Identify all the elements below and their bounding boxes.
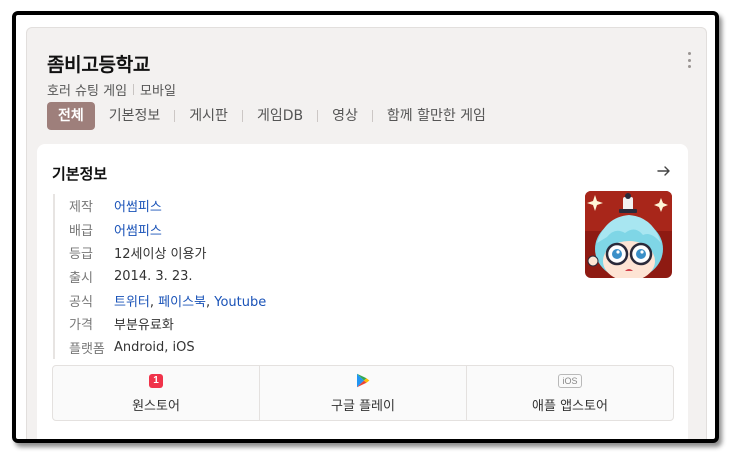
info-list: 제작 어썸피스 배급 어썸피스 등급 12세이상 이용가 출시 2014. 3.… bbox=[53, 194, 266, 360]
rating-value: 12세이상 이용가 bbox=[114, 247, 207, 263]
basic-info-card: 기본정보 제작 어썸피스 배급 어썸피스 등급 12세이상 이용가 출시 201… bbox=[37, 144, 688, 439]
info-row-publisher: 배급 어썸피스 bbox=[69, 218, 266, 242]
publisher-link[interactable]: 어썸피스 bbox=[114, 220, 162, 239]
info-row-platform: 플랫폼 Android, iOS bbox=[69, 336, 266, 360]
window-frame: 좀비고등학교 호러 슈팅 게임 모바일 전체 기본정보 게시판 게임DB 영상 … bbox=[12, 11, 719, 443]
info-row-price: 가격 부분유료화 bbox=[69, 312, 266, 336]
google-play-icon bbox=[357, 373, 370, 388]
game-title: 좀비고등학교 bbox=[47, 54, 151, 76]
tab-basic-info[interactable]: 기본정보 bbox=[109, 102, 161, 130]
app-store-icon: iOS bbox=[558, 373, 582, 388]
twitter-link[interactable]: 트위터 bbox=[114, 295, 150, 310]
subtitle-divider bbox=[133, 84, 135, 95]
store-label: 원스토어 bbox=[132, 398, 180, 414]
tab-divider bbox=[174, 110, 176, 122]
info-key: 등급 bbox=[69, 247, 93, 263]
youtube-link[interactable]: Youtube bbox=[214, 295, 266, 310]
game-info-panel: 좀비고등학교 호러 슈팅 게임 모바일 전체 기본정보 게시판 게임DB 영상 … bbox=[26, 27, 707, 439]
facebook-link[interactable]: 페이스북 bbox=[158, 295, 206, 310]
platform-value: Android, iOS bbox=[114, 339, 195, 355]
tab-divider bbox=[371, 110, 373, 122]
store-links: 1 원스토어 구글 플레이 iOS 애플 앱스토어 bbox=[52, 365, 674, 421]
arrow-right-icon[interactable] bbox=[656, 163, 672, 179]
info-row-developer: 제작 어썸피스 bbox=[69, 194, 266, 218]
game-subtitle: 호러 슈팅 게임 모바일 bbox=[47, 80, 176, 99]
info-key: 배급 bbox=[69, 223, 93, 239]
onestore-icon: 1 bbox=[149, 373, 163, 388]
tab-divider bbox=[317, 110, 319, 122]
google-play-button[interactable]: 구글 플레이 bbox=[259, 366, 466, 420]
store-label: 구글 플레이 bbox=[331, 398, 395, 414]
info-key: 공식 bbox=[69, 294, 93, 310]
release-date: 2014. 3. 23. bbox=[114, 269, 193, 285]
onestore-button[interactable]: 1 원스토어 bbox=[53, 366, 259, 420]
price-value: 부분유료화 bbox=[114, 318, 174, 334]
basic-info-title: 기본정보 bbox=[52, 165, 108, 183]
developer-link[interactable]: 어썸피스 bbox=[114, 196, 162, 215]
info-row-official: 공식 트위터, 페이스북, Youtube bbox=[69, 288, 266, 312]
tab-video[interactable]: 영상 bbox=[332, 102, 358, 130]
tab-divider bbox=[241, 110, 243, 122]
tab-board[interactable]: 게시판 bbox=[189, 102, 228, 130]
app-store-button[interactable]: iOS 애플 앱스토어 bbox=[466, 366, 673, 420]
tab-game-db[interactable]: 게임DB bbox=[257, 102, 303, 130]
game-icon[interactable] bbox=[585, 191, 672, 278]
info-key: 출시 bbox=[69, 271, 93, 287]
more-options-icon[interactable] bbox=[686, 52, 692, 68]
tab-bar: 전체 기본정보 게시판 게임DB 영상 함께 할만한 게임 bbox=[47, 102, 486, 130]
info-key: 제작 bbox=[69, 200, 93, 216]
info-row-rating: 등급 12세이상 이용가 bbox=[69, 241, 266, 265]
store-label: 애플 앱스토어 bbox=[532, 398, 608, 414]
info-key: 플랫폼 bbox=[69, 341, 105, 357]
info-key: 가격 bbox=[69, 318, 93, 334]
genre-label: 호러 슈팅 게임 bbox=[47, 84, 128, 99]
info-row-release: 출시 2014. 3. 23. bbox=[69, 265, 266, 289]
platform-label: 모바일 bbox=[140, 84, 176, 99]
tab-similar-games[interactable]: 함께 할만한 게임 bbox=[387, 102, 486, 130]
tab-all[interactable]: 전체 bbox=[47, 102, 95, 130]
